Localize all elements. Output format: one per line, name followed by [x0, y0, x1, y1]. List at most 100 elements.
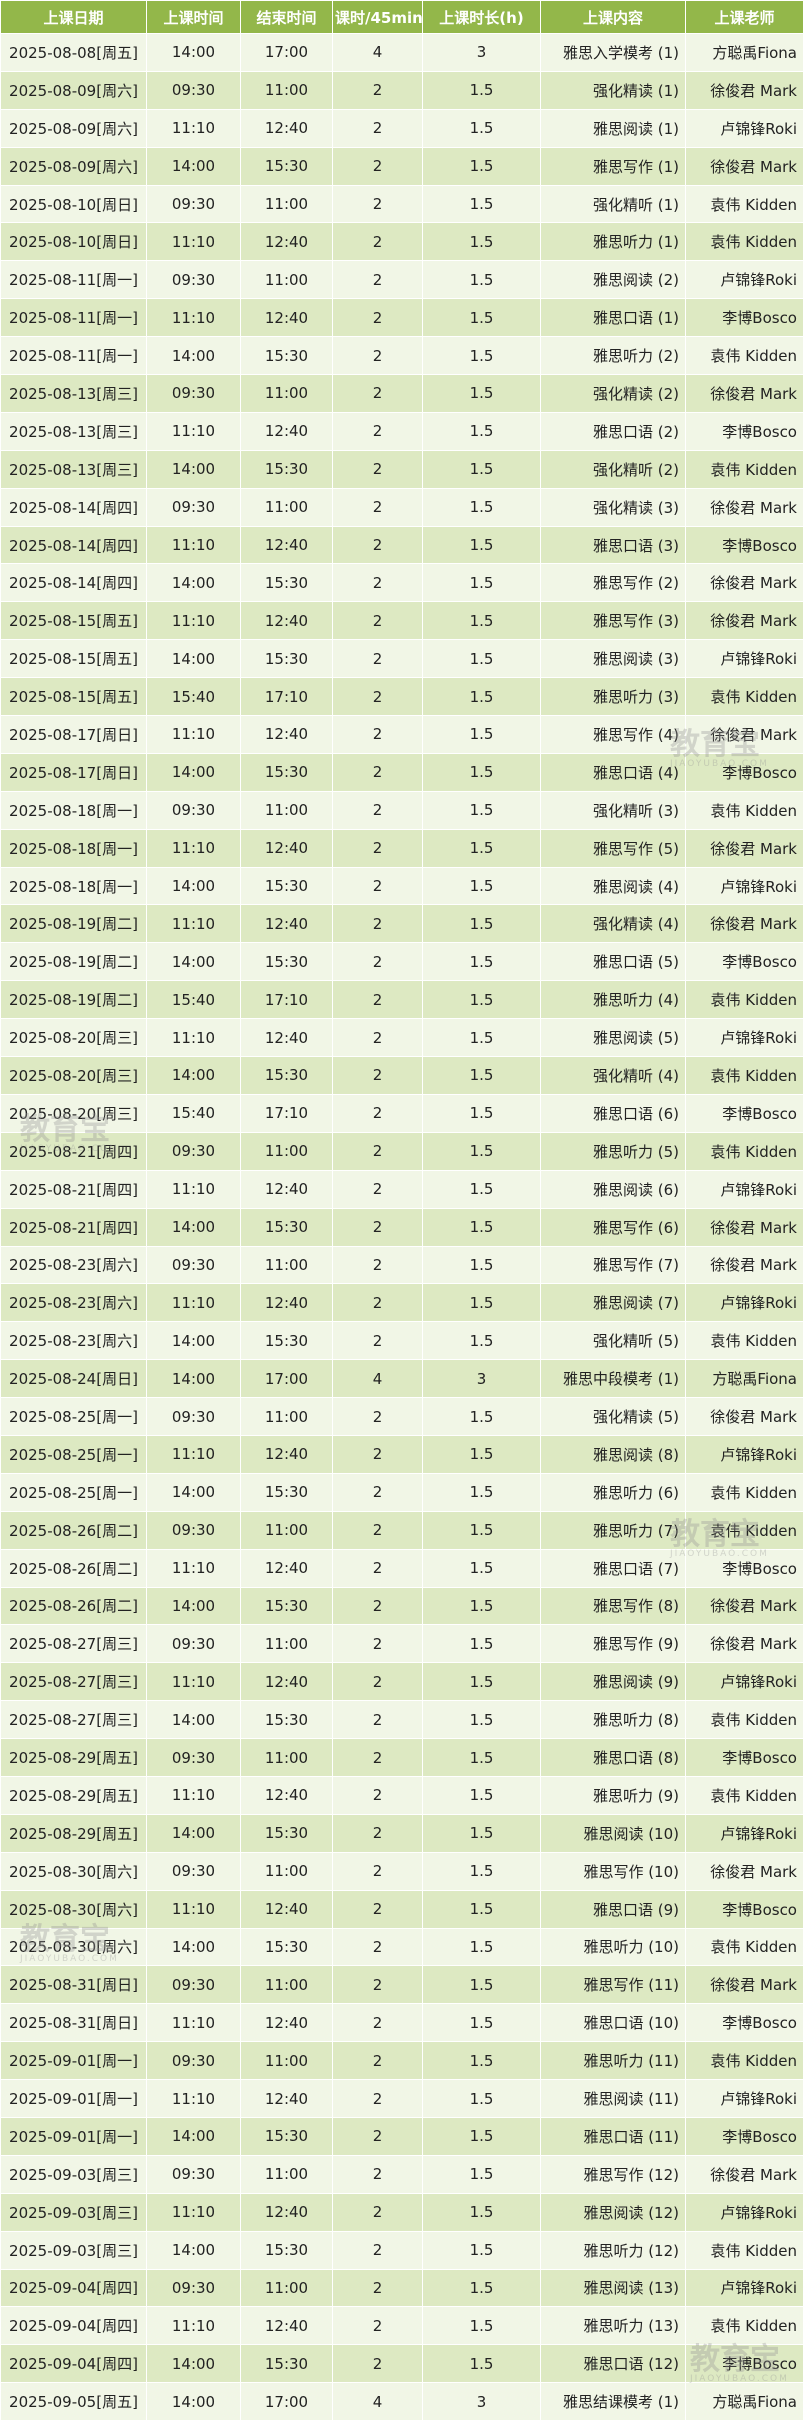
cell-content: 强化精听 (4) [540, 1056, 686, 1095]
cell-teacher: 李博Bosco [685, 1738, 803, 1777]
cell-duration: 1.5 [422, 2003, 541, 2043]
table-row: 2025-08-13[周三] 09:30 11:00 2 1.5 强化精读 (2) 徐俊君 … [0, 374, 803, 413]
cell-date: 2025-08-21[周四] [0, 1207, 147, 1247]
cell-date: 2025-09-01[周一] [0, 2041, 147, 2081]
table-row: 2025-08-10[周日] 11:10 12:40 2 1.5 雅思听力 (1) 袁伟 K… [0, 222, 803, 262]
cell-periods: 2 [332, 2154, 423, 2194]
cell-duration: 1.5 [422, 1397, 541, 1436]
cell-date: 2025-08-26[周二] [0, 1548, 147, 1588]
cell-content: 雅思写作 (1) [540, 146, 686, 186]
cell-periods: 2 [332, 487, 423, 527]
cell-content: 强化精听 (5) [540, 1321, 686, 1361]
table-row: 2025-08-25[周一] 14:00 15:30 2 1.5 雅思听力 (6) 袁伟 K… [0, 1472, 803, 1512]
table-row: 2025-08-13[周三] 14:00 15:30 2 1.5 强化精听 (2) 袁伟 K… [0, 449, 803, 489]
cell-start-time: 09:30 [146, 1624, 241, 1664]
cell-start-time: 15:40 [146, 677, 241, 717]
table-row: 2025-08-24[周日] 14:00 17:00 4 3 雅思中段模考 (1) 方聪禹F… [0, 1359, 803, 1399]
cell-end-time: 15:30 [240, 1056, 333, 1095]
cell-content: 雅思听力 (10) [540, 1927, 686, 1967]
cell-date: 2025-08-25[周一] [0, 1397, 147, 1436]
cell-content: 雅思入学模考 (1) [540, 33, 686, 72]
cell-duration: 1.5 [422, 1813, 541, 1853]
cell-date: 2025-08-11[周一] [0, 260, 147, 300]
cell-content: 雅思听力 (7) [540, 1510, 686, 1550]
cell-content: 雅思口语 (5) [540, 942, 686, 982]
table-row: 2025-08-20[周三] 11:10 12:40 2 1.5 雅思阅读 (5) 卢锦锋R… [0, 1018, 803, 1058]
cell-content: 雅思口语 (7) [540, 1548, 686, 1588]
cell-start-time: 14:00 [146, 1813, 241, 1853]
cell-duration: 1.5 [422, 790, 541, 830]
cell-teacher: 卢锦锋Roki [685, 1169, 803, 1209]
cell-date: 2025-08-13[周三] [0, 449, 147, 489]
cell-teacher: 卢锦锋Roki [685, 1662, 803, 1702]
cell-end-time: 11:00 [240, 2154, 333, 2194]
table-row: 2025-09-05[周五] 14:00 17:00 4 3 雅思结课模考 (1) 方聪禹F… [0, 2382, 803, 2422]
cell-content: 强化精读 (3) [540, 487, 686, 527]
table-row: 2025-08-23[周六] 09:30 11:00 2 1.5 雅思写作 (7) 徐俊君 … [0, 1245, 803, 1285]
table-row: 2025-08-15[周五] 15:40 17:10 2 1.5 雅思听力 (3) 袁伟 K… [0, 677, 803, 717]
cell-start-time: 09:30 [146, 184, 241, 224]
cell-periods: 2 [332, 222, 423, 262]
cell-content: 雅思阅读 (6) [540, 1169, 686, 1209]
cell-periods: 2 [332, 70, 423, 110]
table-body: 2025-08-08[周五] 14:00 17:00 4 3 雅思入学模考 (1) 方聪禹F… [0, 33, 803, 2422]
table-header: 上课日期 上课时间 结束时间 课时/45min 上课时长(h) 上课内容 上课老… [0, 0, 803, 34]
cell-date: 2025-08-08[周五] [0, 33, 147, 72]
cell-periods: 2 [332, 1131, 423, 1171]
cell-start-time: 11:10 [146, 411, 241, 451]
cell-date: 2025-08-26[周二] [0, 1510, 147, 1550]
table-row: 2025-08-29[周五] 11:10 12:40 2 1.5 雅思听力 (9) 袁伟 K… [0, 1775, 803, 1815]
cell-date: 2025-08-11[周一] [0, 298, 147, 338]
cell-end-time: 15:30 [240, 2344, 333, 2384]
cell-date: 2025-09-05[周五] [0, 2382, 147, 2422]
cell-duration: 1.5 [422, 942, 541, 982]
cell-date: 2025-08-18[周一] [0, 828, 147, 868]
cell-content: 雅思写作 (9) [540, 1624, 686, 1664]
cell-duration: 1.5 [422, 2192, 541, 2232]
cell-date: 2025-08-25[周一] [0, 1472, 147, 1512]
cell-periods: 2 [332, 1889, 423, 1929]
cell-teacher: 徐俊君 Mark [685, 563, 803, 603]
cell-end-time: 15:30 [240, 2116, 333, 2156]
table-row: 2025-08-23[周六] 11:10 12:40 2 1.5 雅思阅读 (7) 卢锦锋R… [0, 1283, 803, 1323]
cell-periods: 2 [332, 1397, 423, 1436]
cell-start-time: 14:00 [146, 1056, 241, 1095]
cell-periods: 2 [332, 2003, 423, 2043]
cell-start-time: 09:30 [146, 2268, 241, 2308]
cell-periods: 2 [332, 1851, 423, 1891]
cell-date: 2025-08-23[周六] [0, 1283, 147, 1323]
cell-teacher: 方聪禹Fiona [685, 2382, 803, 2422]
cell-teacher: 袁伟 Kidden [685, 1056, 803, 1095]
cell-end-time: 11:00 [240, 374, 333, 413]
cell-periods: 2 [332, 1093, 423, 1133]
cell-content: 雅思阅读 (2) [540, 260, 686, 300]
cell-end-time: 11:00 [240, 1397, 333, 1436]
cell-end-time: 15:30 [240, 449, 333, 489]
table-row: 2025-08-21[周四] 14:00 15:30 2 1.5 雅思写作 (6) 徐俊君 … [0, 1207, 803, 1247]
cell-end-time: 15:30 [240, 1321, 333, 1361]
cell-start-time: 09:30 [146, 790, 241, 830]
cell-duration: 1.5 [422, 1927, 541, 1967]
cell-content: 雅思阅读 (4) [540, 866, 686, 906]
cell-date: 2025-08-27[周三] [0, 1662, 147, 1702]
cell-periods: 2 [332, 866, 423, 906]
cell-periods: 2 [332, 980, 423, 1020]
cell-periods: 2 [332, 146, 423, 186]
table-row: 2025-08-15[周五] 11:10 12:40 2 1.5 雅思写作 (3) 徐俊君 … [0, 601, 803, 641]
cell-teacher: 袁伟 Kidden [685, 1927, 803, 1967]
cell-periods: 2 [332, 449, 423, 489]
cell-periods: 2 [332, 1472, 423, 1512]
cell-teacher: 袁伟 Kidden [685, 1321, 803, 1361]
cell-end-time: 15:30 [240, 336, 333, 376]
table-row: 2025-09-01[周一] 14:00 15:30 2 1.5 雅思口语 (11) 李博B… [0, 2116, 803, 2156]
cell-date: 2025-08-20[周三] [0, 1093, 147, 1133]
cell-date: 2025-08-14[周四] [0, 487, 147, 527]
table-row: 2025-09-04[周四] 09:30 11:00 2 1.5 雅思阅读 (13) 卢锦锋… [0, 2268, 803, 2308]
cell-periods: 2 [332, 1207, 423, 1247]
cell-content: 雅思阅读 (11) [540, 2079, 686, 2118]
cell-start-time: 15:40 [146, 1093, 241, 1133]
table-row: 2025-08-11[周一] 09:30 11:00 2 1.5 雅思阅读 (2) 卢锦锋R… [0, 260, 803, 300]
cell-duration: 1.5 [422, 1283, 541, 1323]
table-row: 2025-08-19[周二] 14:00 15:30 2 1.5 雅思口语 (5) 李博Bo… [0, 942, 803, 982]
cell-end-time: 17:10 [240, 1093, 333, 1133]
